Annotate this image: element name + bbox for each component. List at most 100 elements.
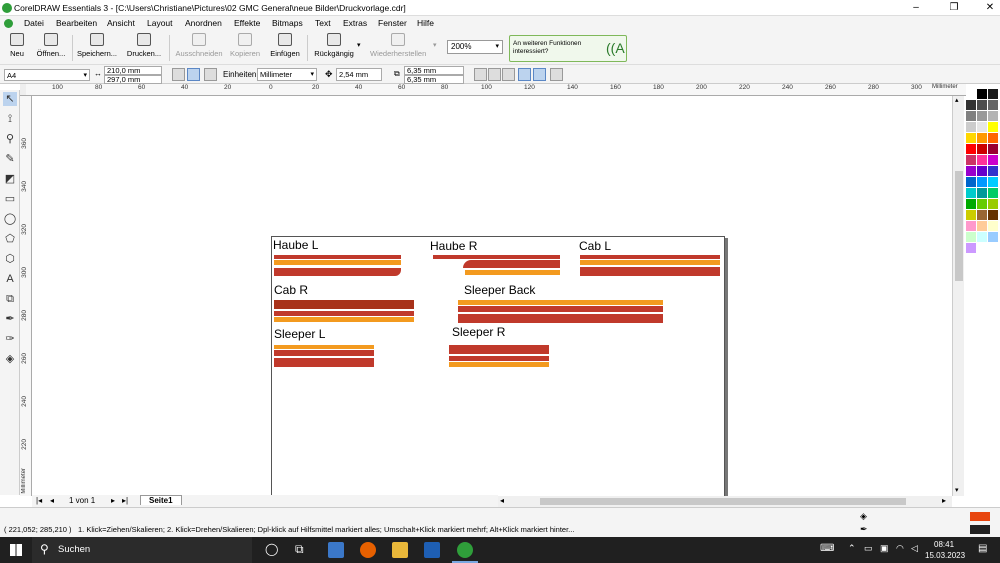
palette-swatch[interactable] <box>966 100 976 110</box>
notification-icon[interactable]: ▤ <box>978 543 987 554</box>
palette-swatch[interactable] <box>966 89 976 99</box>
network-icon[interactable]: ▣ <box>880 543 889 554</box>
polygon-tool-icon[interactable]: ⬠ <box>3 232 17 246</box>
label-haube-l[interactable]: Haube L <box>273 238 318 252</box>
wifi-icon[interactable]: ◠ <box>896 543 904 554</box>
options-button[interactable] <box>550 68 563 81</box>
app-icon[interactable] <box>424 542 440 558</box>
palette-swatch[interactable] <box>966 155 976 165</box>
palette-swatch[interactable] <box>977 221 987 231</box>
palette-swatch[interactable] <box>966 243 976 253</box>
label-sleeper-r[interactable]: Sleeper R <box>452 325 505 339</box>
snap-objects-button[interactable] <box>518 68 531 81</box>
menu-bitmaps[interactable]: Bitmaps <box>272 18 303 28</box>
horizontal-scrollbar[interactable]: ◂ ▸ <box>498 496 952 507</box>
outline-pen-tool-icon[interactable]: ✑ <box>3 332 17 346</box>
duplicate-y-field[interactable]: 6,35 mm <box>404 75 464 84</box>
palette-swatch[interactable] <box>988 232 998 242</box>
palette-swatch[interactable] <box>988 155 998 165</box>
portrait-button[interactable] <box>172 68 185 81</box>
duplicate-x-field[interactable]: 6,35 mm <box>404 66 464 75</box>
stripe-sleeper-r[interactable] <box>449 345 549 368</box>
menu-layout[interactable]: Layout <box>147 18 173 28</box>
cut-button[interactable]: Ausschneiden <box>175 33 223 63</box>
label-haube-r[interactable]: Haube R <box>430 239 477 253</box>
palette-swatch[interactable] <box>966 177 976 187</box>
palette-swatch[interactable] <box>988 177 998 187</box>
new-button[interactable]: Neu <box>6 33 28 63</box>
menu-ansicht[interactable]: Ansicht <box>107 18 135 28</box>
stripe-cab-r[interactable] <box>274 300 414 323</box>
copy-button[interactable]: Kopieren <box>227 33 263 63</box>
vertical-scroll-thumb[interactable] <box>955 171 963 281</box>
palette-swatch[interactable] <box>977 155 987 165</box>
ellipse-tool-icon[interactable]: ◯ <box>3 212 17 226</box>
palette-swatch[interactable] <box>966 199 976 209</box>
clock-date[interactable]: 15.03.2023 <box>925 551 965 560</box>
clock-time[interactable]: 08:41 <box>934 540 954 549</box>
palette-swatch[interactable] <box>988 111 998 121</box>
palette-swatch[interactable] <box>988 199 998 209</box>
palette-swatch[interactable] <box>988 100 998 110</box>
text-tool-icon[interactable]: A <box>3 272 17 286</box>
redo-dropdown-icon[interactable]: ▾ <box>433 41 437 49</box>
draw-units-button[interactable] <box>474 68 487 81</box>
shape-tool-icon[interactable]: ⟟ <box>3 112 17 126</box>
palette-swatch[interactable] <box>966 166 976 176</box>
palette-swatch[interactable] <box>966 122 976 132</box>
dynamic-guides-button[interactable] <box>533 68 546 81</box>
coreldraw-taskbar-icon[interactable] <box>457 542 473 558</box>
palette-swatch[interactable] <box>977 177 987 187</box>
palette-swatch[interactable] <box>988 188 998 198</box>
close-button[interactable]: ✕ <box>982 1 998 15</box>
palette-swatch[interactable] <box>977 100 987 110</box>
page-width-field[interactable]: 210,0 mm <box>104 66 162 75</box>
horizontal-ruler[interactable]: 100 80 60 40 20 0 20 40 60 80 100 120 14… <box>26 84 966 96</box>
stripe-haube-l[interactable] <box>274 255 401 277</box>
firefox-app-icon[interactable] <box>360 542 376 558</box>
palette-swatch[interactable] <box>988 122 998 132</box>
palette-swatch[interactable] <box>977 122 987 132</box>
chevron-up-icon[interactable]: ⌃ <box>848 543 856 554</box>
label-sleeper-l[interactable]: Sleeper L <box>274 327 325 341</box>
rectangle-tool-icon[interactable]: ▭ <box>3 192 17 206</box>
zoom-level-select[interactable]: 200% ▾ <box>447 40 503 54</box>
palette-swatch[interactable] <box>977 144 987 154</box>
scroll-left-icon[interactable]: ◂ <box>500 496 504 505</box>
battery-icon[interactable]: ▭ <box>864 543 873 554</box>
palette-swatch[interactable] <box>977 111 987 121</box>
vertical-ruler[interactable]: 360 340 320 300 280 260 240 220 Millimet… <box>20 96 32 496</box>
stripe-sleeper-l[interactable] <box>274 345 374 368</box>
stripe-haube-r[interactable] <box>433 255 560 277</box>
interactive-tool-icon[interactable]: ⧉ <box>3 292 17 306</box>
stripe-cab-l[interactable] <box>580 255 720 277</box>
vertical-scrollbar[interactable]: ▴ ▾ <box>952 96 964 496</box>
label-sleeper-back[interactable]: Sleeper Back <box>464 283 535 297</box>
stripe-sleeper-back[interactable] <box>458 300 663 323</box>
horizontal-scroll-thumb[interactable] <box>540 498 906 505</box>
label-cab-l[interactable]: Cab L <box>579 239 611 253</box>
maximize-button[interactable]: ❐ <box>946 1 962 15</box>
smart-fill-tool-icon[interactable]: ◩ <box>3 172 17 186</box>
scroll-right-icon[interactable]: ▸ <box>942 496 946 505</box>
palette-swatch[interactable] <box>988 133 998 143</box>
menu-text[interactable]: Text <box>315 18 331 28</box>
snap-button[interactable] <box>502 68 515 81</box>
undo-dropdown-icon[interactable]: ▾ <box>357 41 361 49</box>
taskbar-search-box[interactable]: ⚲ Suchen <box>32 537 252 563</box>
page-size-select[interactable]: A4 ▾ <box>4 69 90 81</box>
nudge-distance-field[interactable]: 2,54 mm <box>336 68 382 81</box>
previous-page-icon[interactable]: ◂ <box>50 496 54 505</box>
palette-swatch[interactable] <box>988 89 998 99</box>
menu-effekte[interactable]: Effekte <box>234 18 260 28</box>
palette-swatch[interactable] <box>977 89 987 99</box>
scroll-down-icon[interactable]: ▾ <box>955 486 959 494</box>
palette-swatch[interactable] <box>966 188 976 198</box>
drawing-page[interactable]: Haube L Haube R Cab L Cab R Sleeper Back <box>271 236 725 496</box>
drawing-canvas[interactable]: Haube L Haube R Cab L Cab R Sleeper Back <box>33 96 951 496</box>
calculator-app-icon[interactable] <box>328 542 344 558</box>
eyedropper-tool-icon[interactable]: ✒ <box>3 312 17 326</box>
task-view-icon[interactable]: ⧉ <box>295 542 304 557</box>
file-explorer-icon[interactable] <box>392 542 408 558</box>
palette-swatch[interactable] <box>977 166 987 176</box>
